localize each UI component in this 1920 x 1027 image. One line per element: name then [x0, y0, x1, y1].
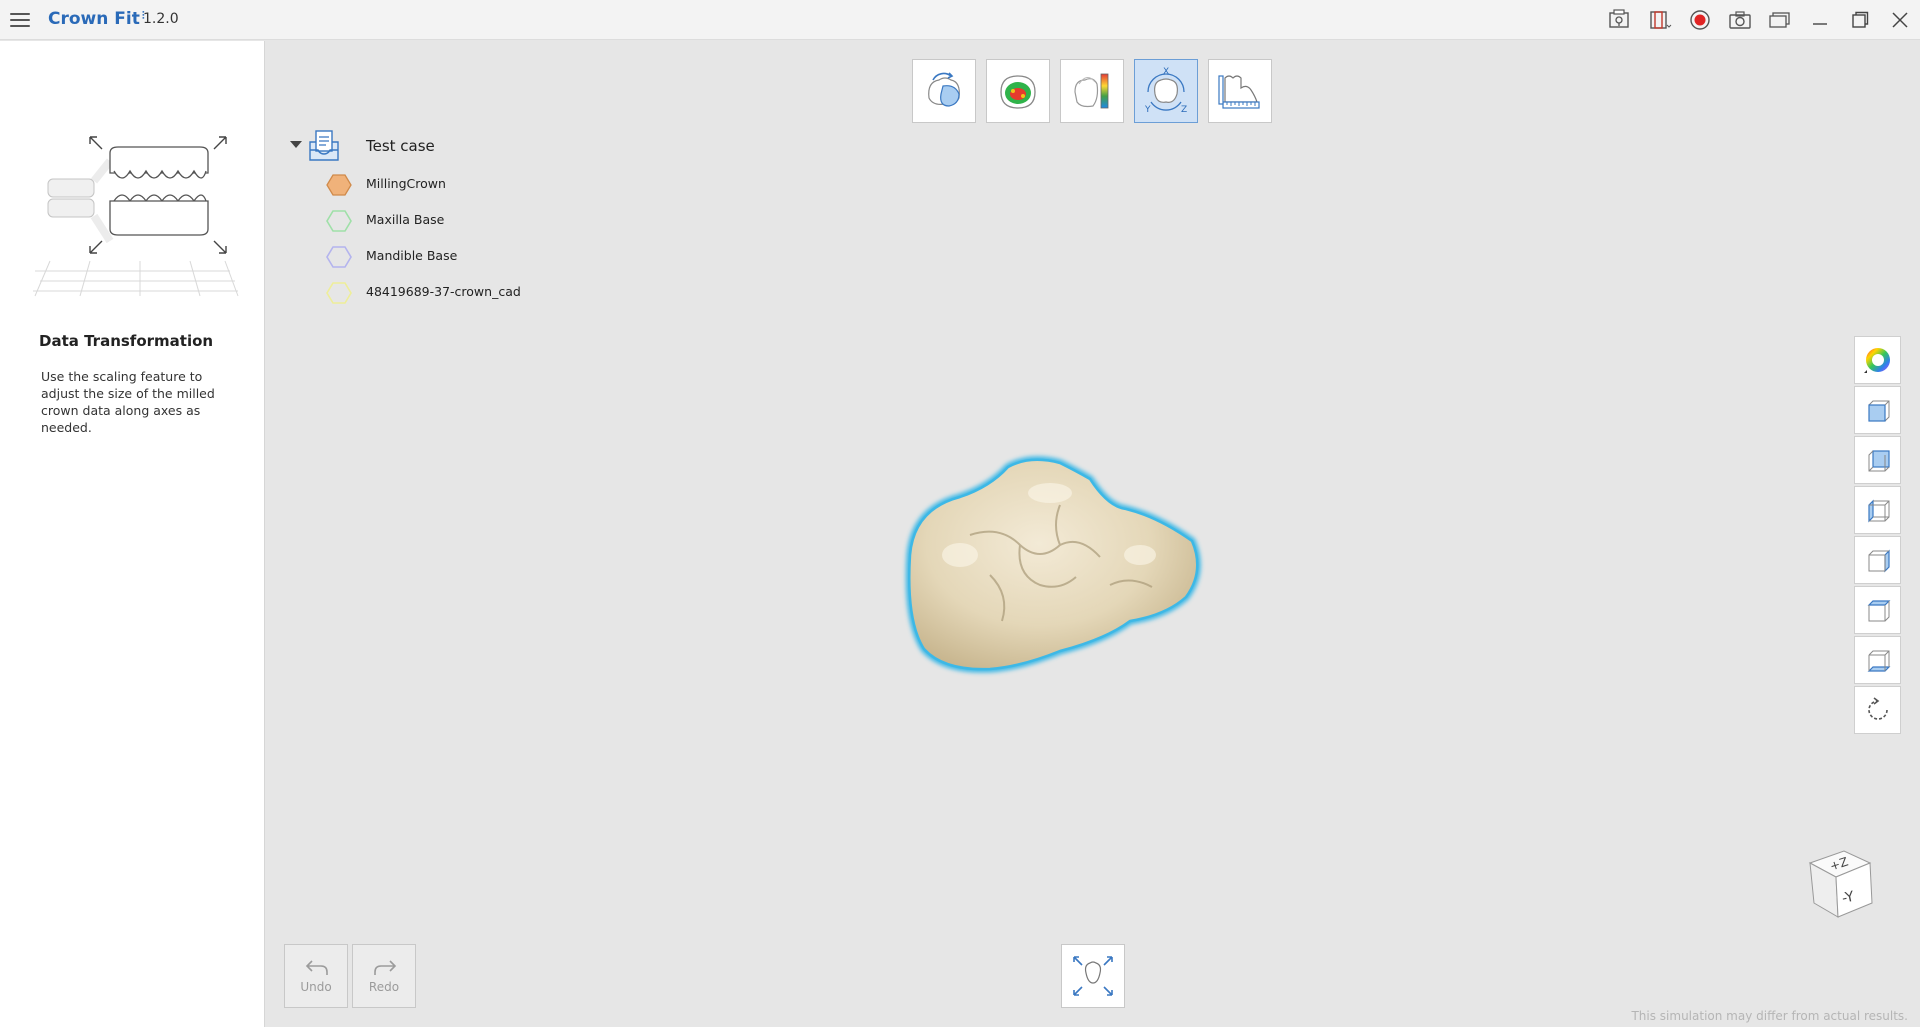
svg-text:Y: Y	[1144, 105, 1151, 115]
tree-item-maxilla-base[interactable]: Maxilla Base	[326, 205, 586, 235]
guide-panel: Data Transformation Use the scaling feat…	[0, 41, 265, 1027]
tree-item-label: MillingCrown	[366, 176, 446, 191]
tree-item-label: 48419689-37-crown_cad	[366, 284, 521, 299]
view-left-button[interactable]	[1854, 486, 1901, 534]
undo-arrow-icon	[305, 960, 328, 975]
minimize-icon[interactable]	[1800, 0, 1840, 40]
hexagon-outline-icon	[326, 210, 352, 232]
redo-label: Redo	[368, 980, 400, 994]
measure-icon	[1218, 75, 1260, 109]
color-wheel-button[interactable]	[1854, 336, 1901, 384]
redo-button[interactable]: Redo	[352, 944, 416, 1008]
tree-item-mandible-base[interactable]: Mandible Base	[326, 241, 586, 271]
collapse-caret-icon[interactable]	[290, 141, 302, 148]
jaw-scaling-illustration	[30, 131, 240, 341]
color-scale-icon	[1074, 73, 1109, 109]
cube-front-icon	[1867, 400, 1889, 422]
tree-item-label: Mandible Base	[366, 248, 458, 263]
guide-description: Use the scaling feature to adjust the si…	[41, 369, 215, 435]
tool-xyz-transform[interactable]: X Y Z	[1134, 59, 1198, 123]
fit-view-icon	[1073, 956, 1113, 996]
tool-heatmap[interactable]	[986, 59, 1050, 123]
gallery-icon[interactable]	[1760, 0, 1800, 40]
case-folder-icon	[306, 128, 342, 168]
undo-label: Undo	[300, 980, 332, 994]
help-guide-icon[interactable]	[1600, 0, 1640, 40]
tree-root: Test case	[288, 128, 488, 164]
tool-measure[interactable]	[1208, 59, 1272, 123]
screen-capture-icon[interactable]	[1640, 0, 1680, 40]
undo-button[interactable]: Undo	[284, 944, 348, 1008]
app-title: Crown Fit ⫶	[48, 9, 145, 29]
cube-right-icon	[1868, 549, 1890, 573]
restore-window-icon[interactable]	[1840, 0, 1880, 40]
svg-text:Z: Z	[1181, 105, 1187, 115]
hexagon-outline-icon	[326, 282, 352, 304]
hamburger-menu-icon[interactable]	[8, 8, 32, 32]
fit-view-button[interactable]	[1061, 944, 1125, 1008]
hexagon-filled-icon	[326, 174, 352, 196]
tree-item-crown-cad[interactable]: 48419689-37-crown_cad	[326, 277, 586, 307]
cube-bottom-icon	[1867, 650, 1890, 672]
title-bar: Crown Fit ⫶ 1.2.0	[0, 0, 1920, 40]
app-version: 1.2.0	[143, 11, 179, 27]
view-top-button[interactable]	[1854, 586, 1901, 634]
view-right-button[interactable]	[1854, 536, 1901, 584]
tree-root-label: Test case	[366, 137, 435, 155]
cube-top-icon	[1867, 600, 1890, 622]
view-back-button[interactable]	[1854, 436, 1901, 484]
redo-arrow-icon	[374, 960, 397, 975]
cube-left-icon	[1867, 499, 1889, 523]
simulation-disclaimer: This simulation may differ from actual r…	[1631, 1009, 1908, 1023]
view-toolbar	[1854, 336, 1901, 734]
tool-rotate-crown[interactable]	[912, 59, 976, 123]
app-title-text: Crown Fit	[48, 9, 140, 29]
view-bottom-button[interactable]	[1854, 636, 1901, 684]
orientation-cube[interactable]: +Z -Y	[1800, 845, 1880, 929]
hexagon-outline-icon	[326, 246, 352, 268]
window-toolbar	[1600, 0, 1920, 40]
crown-3d-model[interactable]	[890, 445, 1210, 699]
tree-item-millingcrown[interactable]: MillingCrown	[326, 169, 586, 199]
close-icon[interactable]	[1880, 0, 1920, 40]
xyz-transform-icon: X Y Z	[1144, 67, 1187, 115]
heatmap-icon	[1000, 75, 1036, 109]
tool-color-scale[interactable]	[1060, 59, 1124, 123]
view-front-button[interactable]	[1854, 386, 1901, 434]
svg-text:X: X	[1163, 67, 1169, 77]
camera-icon[interactable]	[1720, 0, 1760, 40]
reset-rotate-icon	[1867, 697, 1888, 720]
guide-title: Data Transformation	[39, 332, 214, 350]
color-wheel-icon	[1863, 348, 1890, 373]
cube-back-icon	[1868, 450, 1890, 472]
reset-view-button[interactable]	[1854, 686, 1901, 734]
main-toolbar: X Y Z	[912, 59, 1272, 123]
rotate-crown-icon	[928, 72, 960, 107]
tree-item-label: Maxilla Base	[366, 212, 445, 227]
record-icon[interactable]	[1680, 0, 1720, 40]
